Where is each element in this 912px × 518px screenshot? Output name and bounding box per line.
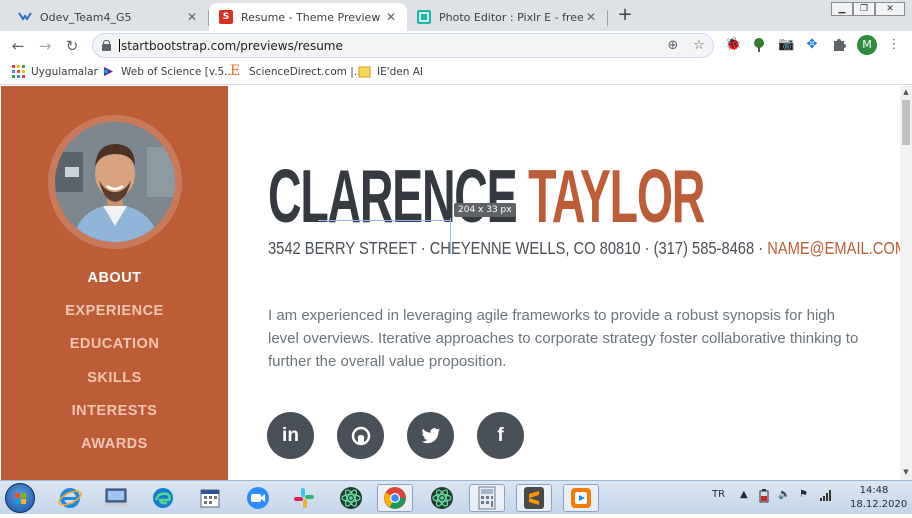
scroll-down-icon[interactable]: ▼ xyxy=(902,468,910,476)
startbootstrap-favicon-icon: S xyxy=(219,10,233,24)
nav-about[interactable]: ABOUT xyxy=(1,270,228,286)
address-text: 3542 BERRY STREET · CHEYENNE WELLS, CO 8… xyxy=(268,238,768,258)
first-name: CLARENCE xyxy=(268,154,518,238)
nav-interests[interactable]: INTERESTS xyxy=(1,403,228,419)
file-explorer-icon[interactable] xyxy=(98,484,134,512)
bookmark-label: ScienceDirect.com |... xyxy=(249,65,364,78)
tab-title: Resume - Theme Preview - Start xyxy=(241,10,383,24)
lock-icon xyxy=(102,40,111,51)
facebook-icon[interactable]: f xyxy=(477,412,524,459)
zoom-icon[interactable] xyxy=(240,484,276,512)
page-title: CLARENCE TAYLOR xyxy=(268,154,705,238)
address-url[interactable]: startbootstrap.com/previews/resume xyxy=(119,39,343,53)
clock-date: 18.12.2020 xyxy=(850,499,908,510)
slack-icon[interactable] xyxy=(286,484,322,512)
battery-icon[interactable] xyxy=(758,489,770,506)
tab-title: Photo Editor : Pixlr E - free image xyxy=(439,10,583,24)
bookmark-sciencedirect[interactable]: E ScienceDirect.com |... xyxy=(230,63,364,79)
volume-icon[interactable]: 🔈 xyxy=(778,489,790,500)
bookmark-apps[interactable]: Uygulamalar xyxy=(12,65,98,78)
about-text: I am experienced in leveraging agile fra… xyxy=(268,307,859,370)
apps-grid-icon xyxy=(12,65,25,78)
folder-icon xyxy=(358,65,371,78)
restore-button[interactable]: ❐ xyxy=(853,2,875,16)
browser-toolbar: ← → ↻ startbootstrap.com/previews/resume… xyxy=(0,31,912,60)
new-tab-button[interactable]: + xyxy=(614,5,636,27)
address-bar[interactable]: startbootstrap.com/previews/resume ⊕ ☆ xyxy=(92,33,714,58)
tab-title: Odev_Team4_G5 xyxy=(40,10,132,24)
tab-odev[interactable]: Odev_Team4_G5 ✕ xyxy=(8,3,208,31)
page-scrollbar[interactable]: ▲ ▼ xyxy=(900,86,912,480)
tab-resume[interactable]: S Resume - Theme Preview - Start ✕ xyxy=(209,3,407,31)
linkedin-icon[interactable]: in xyxy=(267,412,314,459)
system-clock[interactable]: 14:48 18.12.2020 xyxy=(850,484,908,512)
sublime-text-icon[interactable] xyxy=(516,484,552,512)
calendar-icon[interactable] xyxy=(192,484,228,512)
menu-kebab-icon[interactable]: ⋮ xyxy=(886,37,902,53)
forward-icon[interactable]: → xyxy=(35,36,55,56)
measure-size-badge: 204 x 33 px xyxy=(454,203,516,217)
nav-education[interactable]: EDUCATION xyxy=(1,336,228,352)
profile-photo-frame xyxy=(48,115,182,249)
pixlr-favicon-icon xyxy=(417,10,431,24)
close-tab-icon[interactable]: ✕ xyxy=(184,10,200,24)
measure-guide-line xyxy=(318,220,450,221)
tab-divider xyxy=(607,10,608,26)
close-window-button[interactable]: ✕ xyxy=(875,2,905,16)
internet-explorer-icon[interactable] xyxy=(52,484,88,512)
sidebar-nav: ABOUT EXPERIENCE EDUCATION SKILLS INTERE… xyxy=(1,86,228,480)
close-tab-icon[interactable]: ✕ xyxy=(383,10,399,24)
clock-time: 14:48 xyxy=(859,485,889,496)
twitter-icon[interactable] xyxy=(407,412,454,459)
profile-avatar[interactable]: M xyxy=(857,35,877,55)
github-icon[interactable] xyxy=(337,412,384,459)
edge-icon[interactable] xyxy=(145,484,181,512)
nav-skills[interactable]: SKILLS xyxy=(1,370,228,386)
last-name: TAYLOR xyxy=(528,154,705,238)
media-player-icon[interactable] xyxy=(563,484,599,512)
close-tab-icon[interactable]: ✕ xyxy=(583,10,599,24)
tab-strip: Odev_Team4_G5 ✕ S Resume - Theme Preview… xyxy=(0,0,912,31)
bookmark-web-of-science[interactable]: Web of Science [v.5.... xyxy=(102,65,238,78)
bookmark-label: Web of Science [v.5.... xyxy=(121,65,238,78)
web-of-science-icon xyxy=(102,65,115,78)
network-signal-icon[interactable] xyxy=(819,489,833,504)
bookmark-label: Uygulamalar xyxy=(31,65,98,78)
profile-photo xyxy=(55,122,175,242)
start-button[interactable] xyxy=(5,483,35,513)
elsevier-icon: E xyxy=(230,63,241,79)
bookmark-label: IE'den AI xyxy=(377,65,424,78)
back-icon[interactable]: ← xyxy=(8,36,28,56)
resume-page: ABOUT EXPERIENCE EDUCATION SKILLS INTERE… xyxy=(0,86,900,480)
language-indicator[interactable]: TR xyxy=(712,489,725,500)
contact-line: 3542 BERRY STREET · CHEYENNE WELLS, CO 8… xyxy=(268,238,900,259)
bookmark-star-icon[interactable]: ☆ xyxy=(691,38,707,54)
tree-extension-icon[interactable] xyxy=(751,37,767,53)
email-link[interactable]: NAME@EMAIL.COM xyxy=(767,238,900,258)
nav-awards[interactable]: AWARDS xyxy=(1,436,228,452)
ms-teams-favicon-icon xyxy=(18,10,32,24)
reload-icon[interactable]: ↻ xyxy=(62,36,82,56)
camera-extension-icon[interactable]: 📷 xyxy=(778,37,794,53)
bug-extension-icon[interactable]: 🐞 xyxy=(725,37,741,53)
tray-expand-icon[interactable]: ▲ xyxy=(740,489,748,500)
calculator-icon[interactable] xyxy=(469,484,505,512)
windows-taskbar: TR ▲ 🔈 ⚑ 14:48 18.12.2020 xyxy=(0,480,912,514)
puzzle-extensions-icon[interactable] xyxy=(831,37,847,53)
action-center-flag-icon[interactable]: ⚑ xyxy=(799,489,808,500)
scrollbar-thumb[interactable] xyxy=(902,100,910,145)
chrome-icon[interactable] xyxy=(377,484,413,512)
bookmarks-bar: Uygulamalar Web of Science [v.5.... E Sc… xyxy=(0,60,912,85)
move-extension-icon[interactable]: ✥ xyxy=(804,37,820,53)
tab-pixlr[interactable]: Photo Editor : Pixlr E - free image ✕ xyxy=(407,3,607,31)
add-icon[interactable]: ⊕ xyxy=(665,38,681,54)
bookmark-ieden-ai[interactable]: IE'den AI xyxy=(358,65,423,78)
nav-experience[interactable]: EXPERIENCE xyxy=(1,303,228,319)
atom-icon[interactable] xyxy=(424,484,460,512)
minimize-button[interactable]: ▁ xyxy=(831,2,853,16)
atom-icon[interactable] xyxy=(333,484,369,512)
scroll-up-icon[interactable]: ▲ xyxy=(902,88,910,96)
about-section: CLARENCE TAYLOR 204 x 33 px 3542 BERRY S… xyxy=(228,86,900,480)
